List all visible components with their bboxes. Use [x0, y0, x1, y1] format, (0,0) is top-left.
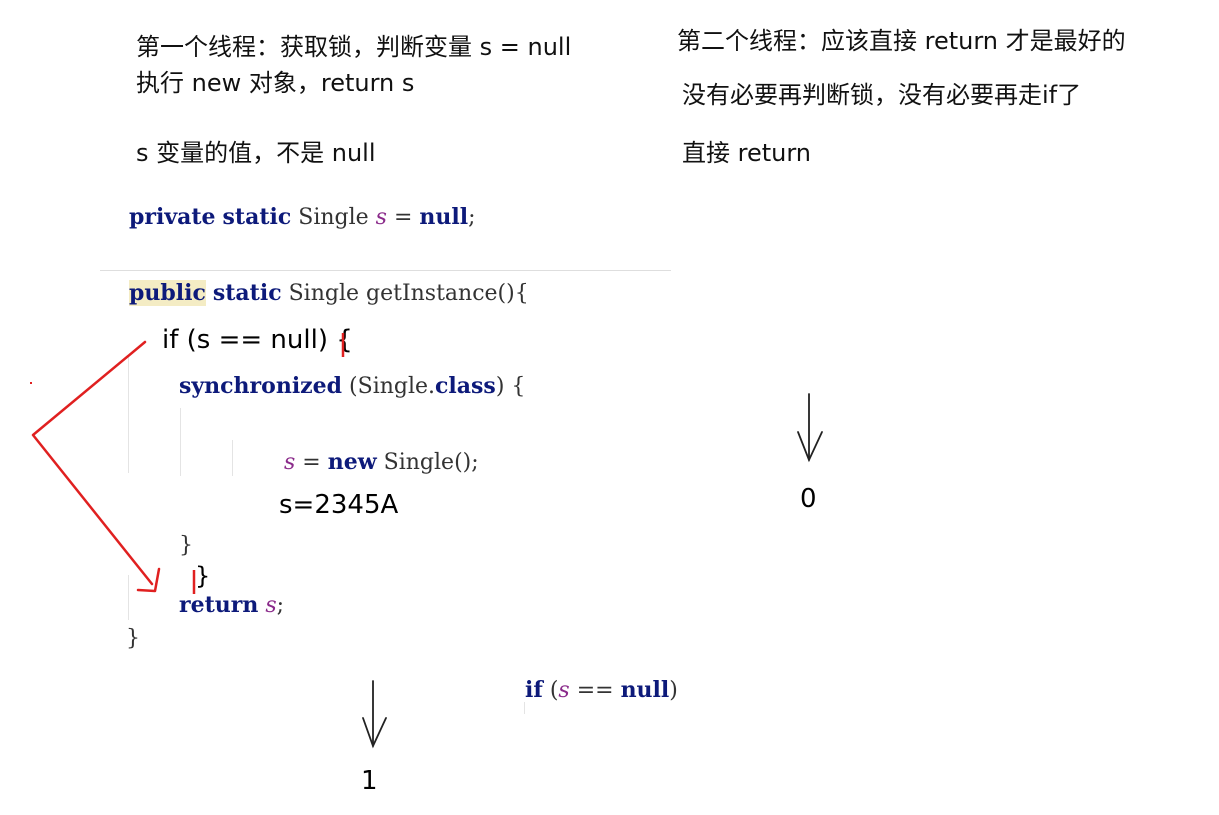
down-arrow-right-icon — [797, 393, 823, 463]
red-dot-mark — [30, 382, 32, 384]
down-arrow-bottom-icon — [362, 680, 387, 749]
annotation-overlay — [30, 333, 823, 749]
red-flow-arrow — [31, 340, 161, 593]
